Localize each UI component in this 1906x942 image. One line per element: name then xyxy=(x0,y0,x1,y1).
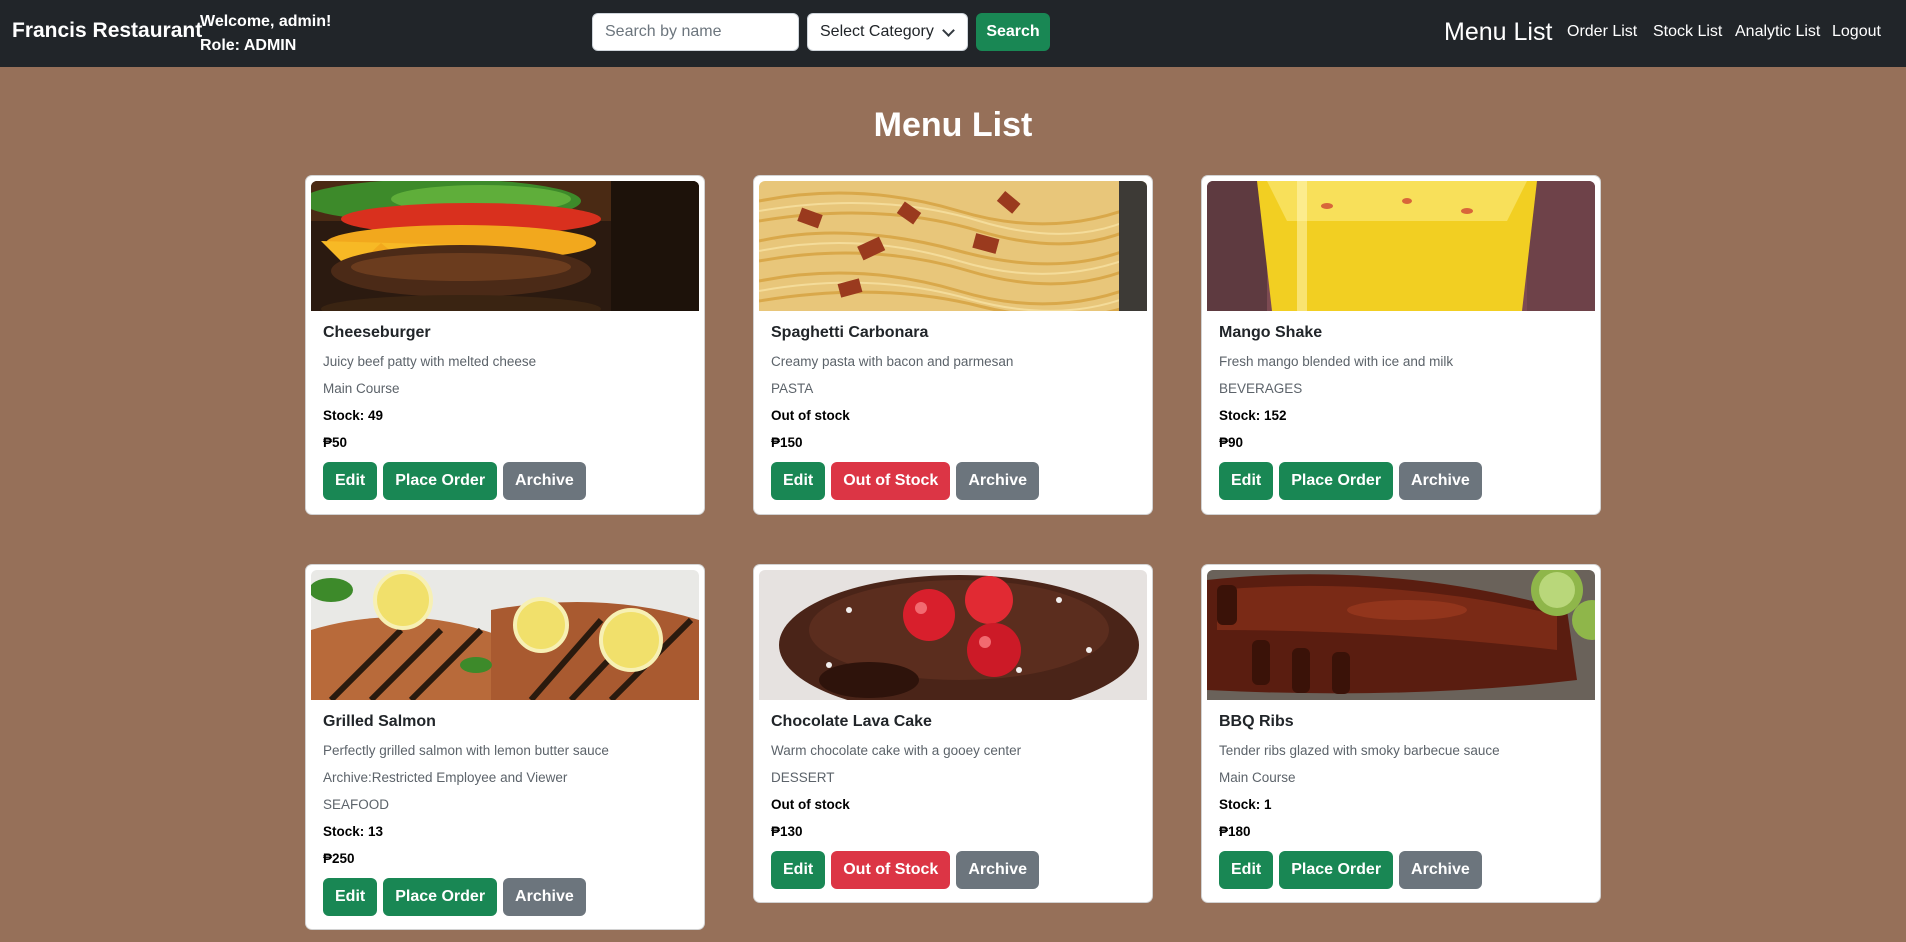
menu-card: BBQ Ribs Tender ribs glazed with smoky b… xyxy=(1201,564,1601,903)
navbar: Francis Restaurant Welcome, admin! Role:… xyxy=(0,0,1906,67)
nav-analytic-list[interactable]: Analytic List xyxy=(1735,23,1820,41)
category-select-value: Select Category xyxy=(820,23,934,40)
menu-item-name: Grilled Salmon xyxy=(323,713,436,730)
search-input[interactable] xyxy=(592,13,799,51)
brand-logo[interactable]: Francis Restaurant xyxy=(12,19,202,43)
menu-item-category: SEAFOOD xyxy=(323,797,390,812)
role-text: Role: ADMIN xyxy=(200,37,297,54)
grilled-salmon-image xyxy=(311,570,699,700)
place-order-button[interactable]: Place Order xyxy=(383,462,498,500)
menu-card: Chocolate Lava Cake Warm chocolate cake … xyxy=(753,564,1153,903)
edit-button[interactable]: Edit xyxy=(323,462,378,500)
menu-item-stock: Stock: 152 xyxy=(1219,408,1287,423)
archive-button[interactable]: Archive xyxy=(503,878,586,916)
menu-item-stock: Out of stock xyxy=(771,797,850,812)
nav-menu-list[interactable]: Menu List xyxy=(1444,18,1552,47)
place-order-button[interactable]: Place Order xyxy=(1279,851,1394,889)
out-of-stock-button[interactable]: Out of Stock xyxy=(831,462,951,500)
menu-item-name: Spaghetti Carbonara xyxy=(771,324,929,341)
chevron-down-icon xyxy=(942,24,955,37)
archive-button[interactable]: Archive xyxy=(1399,851,1482,889)
archive-button[interactable]: Archive xyxy=(1399,462,1482,500)
card-actions: Edit Place Order Archive xyxy=(1219,851,1590,889)
cheeseburger-image xyxy=(311,181,699,311)
mango-shake-image xyxy=(1207,181,1595,311)
menu-item-name: Mango Shake xyxy=(1219,324,1323,341)
menu-card: Grilled Salmon Perfectly grilled salmon … xyxy=(305,564,705,930)
menu-item-name: BBQ Ribs xyxy=(1219,713,1294,730)
card-actions: Edit Out of Stock Archive xyxy=(771,462,1142,500)
menu-item-stock: Stock: 1 xyxy=(1219,797,1272,812)
edit-button[interactable]: Edit xyxy=(1219,462,1274,500)
menu-item-category: BEVERAGES xyxy=(1219,381,1303,396)
archive-button[interactable]: Archive xyxy=(956,462,1040,500)
edit-button[interactable]: Edit xyxy=(771,462,826,500)
nav-logout[interactable]: Logout xyxy=(1832,23,1881,41)
edit-button[interactable]: Edit xyxy=(323,878,378,916)
menu-item-name: Chocolate Lava Cake xyxy=(771,713,932,730)
menu-item-price: ₱90 xyxy=(1219,435,1244,450)
menu-item-description: Tender ribs glazed with smoky barbecue s… xyxy=(1219,743,1500,758)
menu-item-price: ₱180 xyxy=(1219,824,1251,839)
category-select[interactable]: Select Category xyxy=(807,13,968,51)
place-order-button[interactable]: Place Order xyxy=(383,878,498,916)
card-actions: Edit Place Order Archive xyxy=(1219,462,1590,500)
page-title: Menu List xyxy=(873,106,1033,144)
menu-item-description: Warm chocolate cake with a gooey center xyxy=(771,743,1022,758)
menu-item-stock: Stock: 13 xyxy=(323,824,384,839)
card-actions: Edit Place Order Archive xyxy=(323,878,694,916)
menu-item-category: Main Course xyxy=(323,381,400,396)
place-order-button[interactable]: Place Order xyxy=(1279,462,1394,500)
menu-item-description: Perfectly grilled salmon with lemon butt… xyxy=(323,743,609,758)
menu-item-name: Cheeseburger xyxy=(323,324,431,341)
spaghetti-image xyxy=(759,181,1147,311)
menu-item-category: Main Course xyxy=(1219,770,1296,785)
menu-item-description: Creamy pasta with bacon and parmesan xyxy=(771,354,1014,369)
card-actions: Edit Out of Stock Archive xyxy=(771,851,1142,889)
menu-item-description: Juicy beef patty with melted cheese xyxy=(323,354,537,369)
menu-item-price: ₱250 xyxy=(323,851,355,866)
user-info: Welcome, admin! Role: ADMIN xyxy=(200,10,331,58)
search-button[interactable]: Search xyxy=(976,13,1050,51)
menu-item-category: PASTA xyxy=(771,381,814,396)
menu-card: Spaghetti Carbonara Creamy pasta with ba… xyxy=(753,175,1153,515)
menu-item-restriction: Archive:Restricted Employee and Viewer xyxy=(323,770,568,785)
out-of-stock-button[interactable]: Out of Stock xyxy=(831,851,951,889)
menu-card: Mango Shake Fresh mango blended with ice… xyxy=(1201,175,1601,515)
menu-item-price: ₱150 xyxy=(771,435,803,450)
menu-card: Cheeseburger Juicy beef patty with melte… xyxy=(305,175,705,515)
menu-item-stock: Out of stock xyxy=(771,408,850,423)
menu-item-price: ₱50 xyxy=(323,435,348,450)
menu-item-category: DESSERT xyxy=(771,770,835,785)
edit-button[interactable]: Edit xyxy=(771,851,826,889)
nav-stock-list[interactable]: Stock List xyxy=(1653,23,1722,41)
archive-button[interactable]: Archive xyxy=(503,462,586,500)
menu-item-stock: Stock: 49 xyxy=(323,408,384,423)
menu-item-description: Fresh mango blended with ice and milk xyxy=(1219,354,1454,369)
edit-button[interactable]: Edit xyxy=(1219,851,1274,889)
lava-cake-image xyxy=(759,570,1147,700)
nav-order-list[interactable]: Order List xyxy=(1567,23,1637,41)
card-actions: Edit Place Order Archive xyxy=(323,462,694,500)
welcome-text: Welcome, admin! xyxy=(200,13,332,30)
archive-button[interactable]: Archive xyxy=(956,851,1040,889)
menu-item-price: ₱130 xyxy=(771,824,803,839)
bbq-ribs-image xyxy=(1207,570,1595,700)
